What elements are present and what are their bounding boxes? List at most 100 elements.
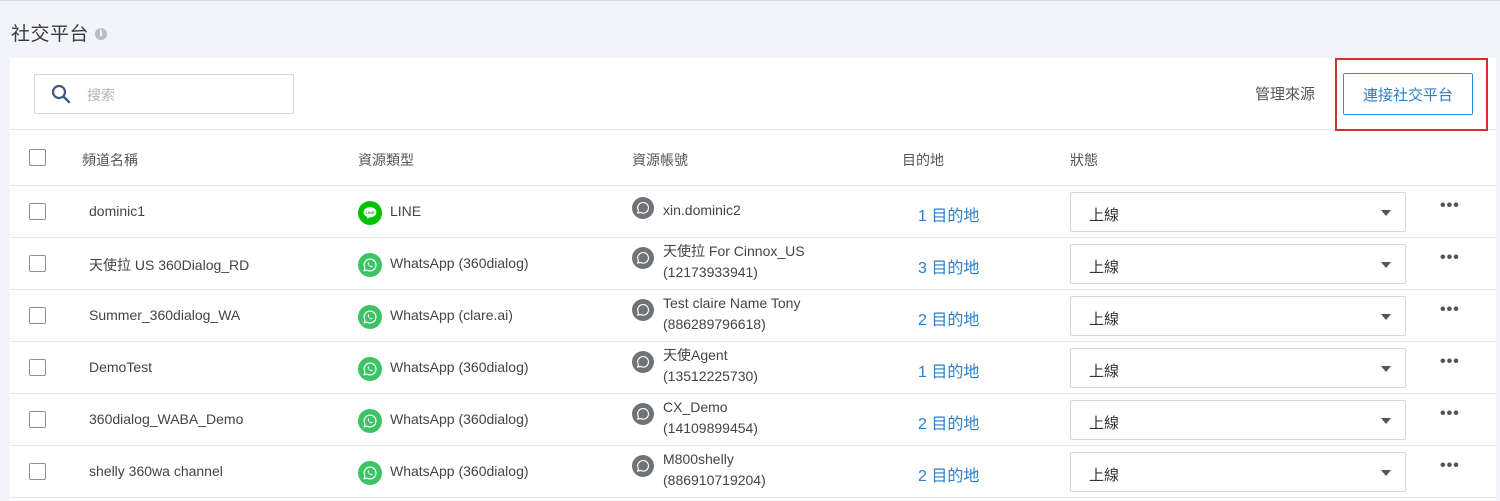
table-row[interactable]: dominic1 LINE LINE xin.dominic2 1 目的地 上線… xyxy=(10,186,1496,238)
page-header: 社交平台 i xyxy=(11,19,108,46)
status-select[interactable]: 上線 xyxy=(1070,400,1406,440)
info-icon[interactable]: i xyxy=(95,27,108,40)
channel-name: dominic1 xyxy=(89,203,146,219)
whatsapp-icon xyxy=(358,461,382,485)
channel-name: shelly 360wa channel xyxy=(89,463,223,479)
select-all-checkbox[interactable] xyxy=(29,149,46,166)
search-icon xyxy=(51,84,71,104)
caret-down-icon xyxy=(1381,470,1391,476)
row-checkbox[interactable] xyxy=(29,255,46,272)
account-name: 天使Agent xyxy=(663,347,728,363)
chat-account-icon xyxy=(632,247,654,269)
chat-account-icon xyxy=(632,403,654,425)
status-select[interactable]: 上線 xyxy=(1070,244,1406,284)
line-icon: LINE xyxy=(358,201,382,225)
account-info: 天使Agent (13512225730) xyxy=(663,345,758,387)
more-options-icon[interactable]: ••• xyxy=(1440,249,1460,267)
more-options-icon[interactable]: ••• xyxy=(1440,353,1460,371)
account-name: 天使拉 For Cinnox_US xyxy=(663,243,805,259)
source-type: WhatsApp (360dialog) xyxy=(390,411,529,427)
table-row[interactable]: 360dialog_WABA_Demo WhatsApp (360dialog)… xyxy=(10,394,1496,446)
more-options-icon[interactable]: ••• xyxy=(1440,301,1460,319)
row-checkbox[interactable] xyxy=(29,463,46,480)
account-name: xin.dominic2 xyxy=(663,202,741,218)
row-checkbox[interactable] xyxy=(29,411,46,428)
svg-text:LINE: LINE xyxy=(366,210,375,215)
column-header-channel[interactable]: 頻道名稱 xyxy=(82,150,138,170)
account-number: (13512225730) xyxy=(663,368,758,384)
caret-down-icon xyxy=(1381,262,1391,268)
destination-link[interactable]: 2 目的地 xyxy=(918,462,979,486)
status-value: 上線 xyxy=(1089,363,1120,380)
row-checkbox[interactable] xyxy=(29,307,46,324)
channel-name: DemoTest xyxy=(89,359,153,375)
caret-down-icon xyxy=(1381,366,1391,372)
destination-link[interactable]: 1 目的地 xyxy=(918,358,979,382)
status-value: 上線 xyxy=(1089,259,1120,276)
status-select[interactable]: 上線 xyxy=(1070,192,1406,232)
account-number: (886289796618) xyxy=(663,316,766,332)
table-row[interactable]: Summer_360dialog_WA WhatsApp (clare.ai) … xyxy=(10,290,1496,342)
search-input[interactable] xyxy=(87,84,277,106)
account-number: (14109899454) xyxy=(663,420,758,436)
channel-name: Summer_360dialog_WA xyxy=(89,307,241,323)
source-type: WhatsApp (360dialog) xyxy=(390,255,529,271)
column-header-account[interactable]: 資源帳號 xyxy=(632,150,688,170)
account-info: xin.dominic2 xyxy=(663,200,741,221)
account-number: (886910719204) xyxy=(663,472,766,488)
chat-account-icon xyxy=(632,299,654,321)
status-value: 上線 xyxy=(1089,311,1120,328)
destination-link[interactable]: 2 目的地 xyxy=(918,410,979,434)
toolbar: 管理來源 連接社交平台 xyxy=(10,58,1496,131)
account-name: M800shelly xyxy=(663,451,734,467)
account-name: Test claire Name Tony xyxy=(663,295,801,311)
manage-sources-link[interactable]: 管理來源 xyxy=(1255,83,1315,104)
channel-name: 天使拉 US 360Dialog_RD xyxy=(89,257,250,273)
row-checkbox[interactable] xyxy=(29,359,46,376)
row-checkbox[interactable] xyxy=(29,203,46,220)
source-type: WhatsApp (360dialog) xyxy=(390,359,529,375)
whatsapp-icon xyxy=(358,357,382,381)
chat-account-icon xyxy=(632,455,654,477)
table-header: 頻道名稱 資源類型 資源帳號 目的地 狀態 xyxy=(10,130,1496,186)
source-type: WhatsApp (360dialog) xyxy=(390,463,529,479)
destination-link[interactable]: 1 目的地 xyxy=(918,202,979,226)
destination-link[interactable]: 2 目的地 xyxy=(918,306,979,330)
caret-down-icon xyxy=(1381,210,1391,216)
destination-link[interactable]: 3 目的地 xyxy=(918,254,979,278)
status-value: 上線 xyxy=(1089,467,1120,484)
whatsapp-icon xyxy=(358,305,382,329)
column-header-status[interactable]: 狀態 xyxy=(1070,150,1098,170)
connect-social-platform-button[interactable]: 連接社交平台 xyxy=(1343,73,1473,115)
whatsapp-icon xyxy=(358,253,382,277)
table-row[interactable]: 天使拉 US 360Dialog_RD WhatsApp (360dialog)… xyxy=(10,238,1496,290)
status-select[interactable]: 上線 xyxy=(1070,296,1406,336)
account-info: 天使拉 For Cinnox_US (12173933941) xyxy=(663,241,805,283)
status-value: 上線 xyxy=(1089,207,1120,224)
caret-down-icon xyxy=(1381,418,1391,424)
account-info: CX_Demo (14109899454) xyxy=(663,397,758,439)
table-body: dominic1 LINE LINE xin.dominic2 1 目的地 上線… xyxy=(10,186,1496,498)
account-info: Test claire Name Tony (886289796618) xyxy=(663,293,800,335)
table-row[interactable]: shelly 360wa channel WhatsApp (360dialog… xyxy=(10,446,1496,498)
account-name: CX_Demo xyxy=(663,399,728,415)
column-header-destination[interactable]: 目的地 xyxy=(902,150,944,170)
source-type: WhatsApp (clare.ai) xyxy=(390,307,513,323)
status-select[interactable]: 上線 xyxy=(1070,348,1406,388)
account-number: (12173933941) xyxy=(663,264,758,280)
channel-name: 360dialog_WABA_Demo xyxy=(89,411,244,427)
more-options-icon[interactable]: ••• xyxy=(1440,197,1460,215)
channels-card: 管理來源 連接社交平台 頻道名稱 資源類型 資源帳號 目的地 狀態 domini… xyxy=(10,58,1496,501)
search-box[interactable] xyxy=(34,74,294,114)
page-title: 社交平台 xyxy=(11,24,90,45)
more-options-icon[interactable]: ••• xyxy=(1440,457,1460,475)
status-select[interactable]: 上線 xyxy=(1070,452,1406,492)
source-type: LINE xyxy=(390,203,422,219)
account-info: M800shelly (886910719204) xyxy=(663,449,766,491)
table-row[interactable]: DemoTest WhatsApp (360dialog) 天使Agent (1… xyxy=(10,342,1496,394)
caret-down-icon xyxy=(1381,314,1391,320)
chat-account-icon xyxy=(632,351,654,373)
whatsapp-icon xyxy=(358,409,382,433)
column-header-source-type[interactable]: 資源類型 xyxy=(358,150,414,170)
more-options-icon[interactable]: ••• xyxy=(1440,405,1460,423)
